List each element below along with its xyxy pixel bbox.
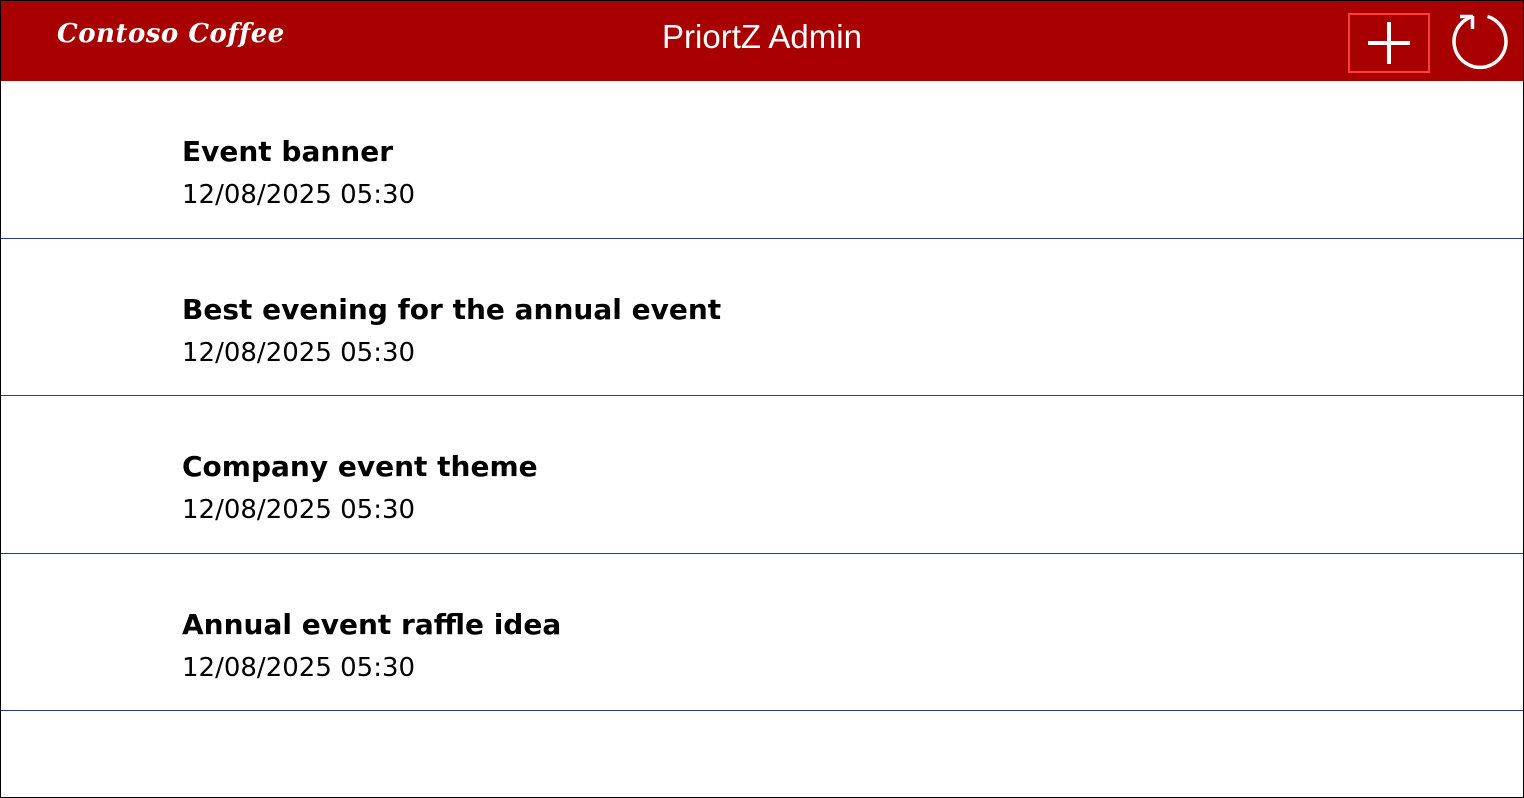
item-title: Best evening for the annual event [182,292,722,326]
list-item[interactable]: Best evening for the annual event 12/08/… [1,239,1523,396]
add-item-button[interactable] [1348,13,1430,73]
item-list: Event banner 12/08/2025 05:30 Best eveni… [1,81,1523,711]
item-title: Event banner [182,135,394,168]
item-date: 12/08/2025 05:30 [182,337,416,368]
item-title: Annual event raffle idea [182,607,562,641]
item-title: Company event theme [182,450,538,483]
item-date: 12/08/2025 05:30 [182,495,416,525]
list-item[interactable]: Annual event raffle idea 12/08/2025 05:3… [1,554,1523,711]
list-item[interactable]: Company event theme 12/08/2025 05:30 [1,396,1523,554]
page-title: PriortZ Admin [662,18,862,55]
refresh-button[interactable] [1449,11,1511,73]
header-bar: Contoso Coffee PriortZ Admin [1,1,1523,81]
refresh-icon [1452,14,1508,70]
item-date: 12/08/2025 05:30 [182,180,416,210]
plus-icon [1368,22,1410,64]
list-item[interactable]: Event banner 12/08/2025 05:30 [1,81,1523,239]
app-screen: Contoso Coffee PriortZ Admin Event banne… [0,0,1524,798]
item-date: 12/08/2025 05:30 [182,652,416,683]
